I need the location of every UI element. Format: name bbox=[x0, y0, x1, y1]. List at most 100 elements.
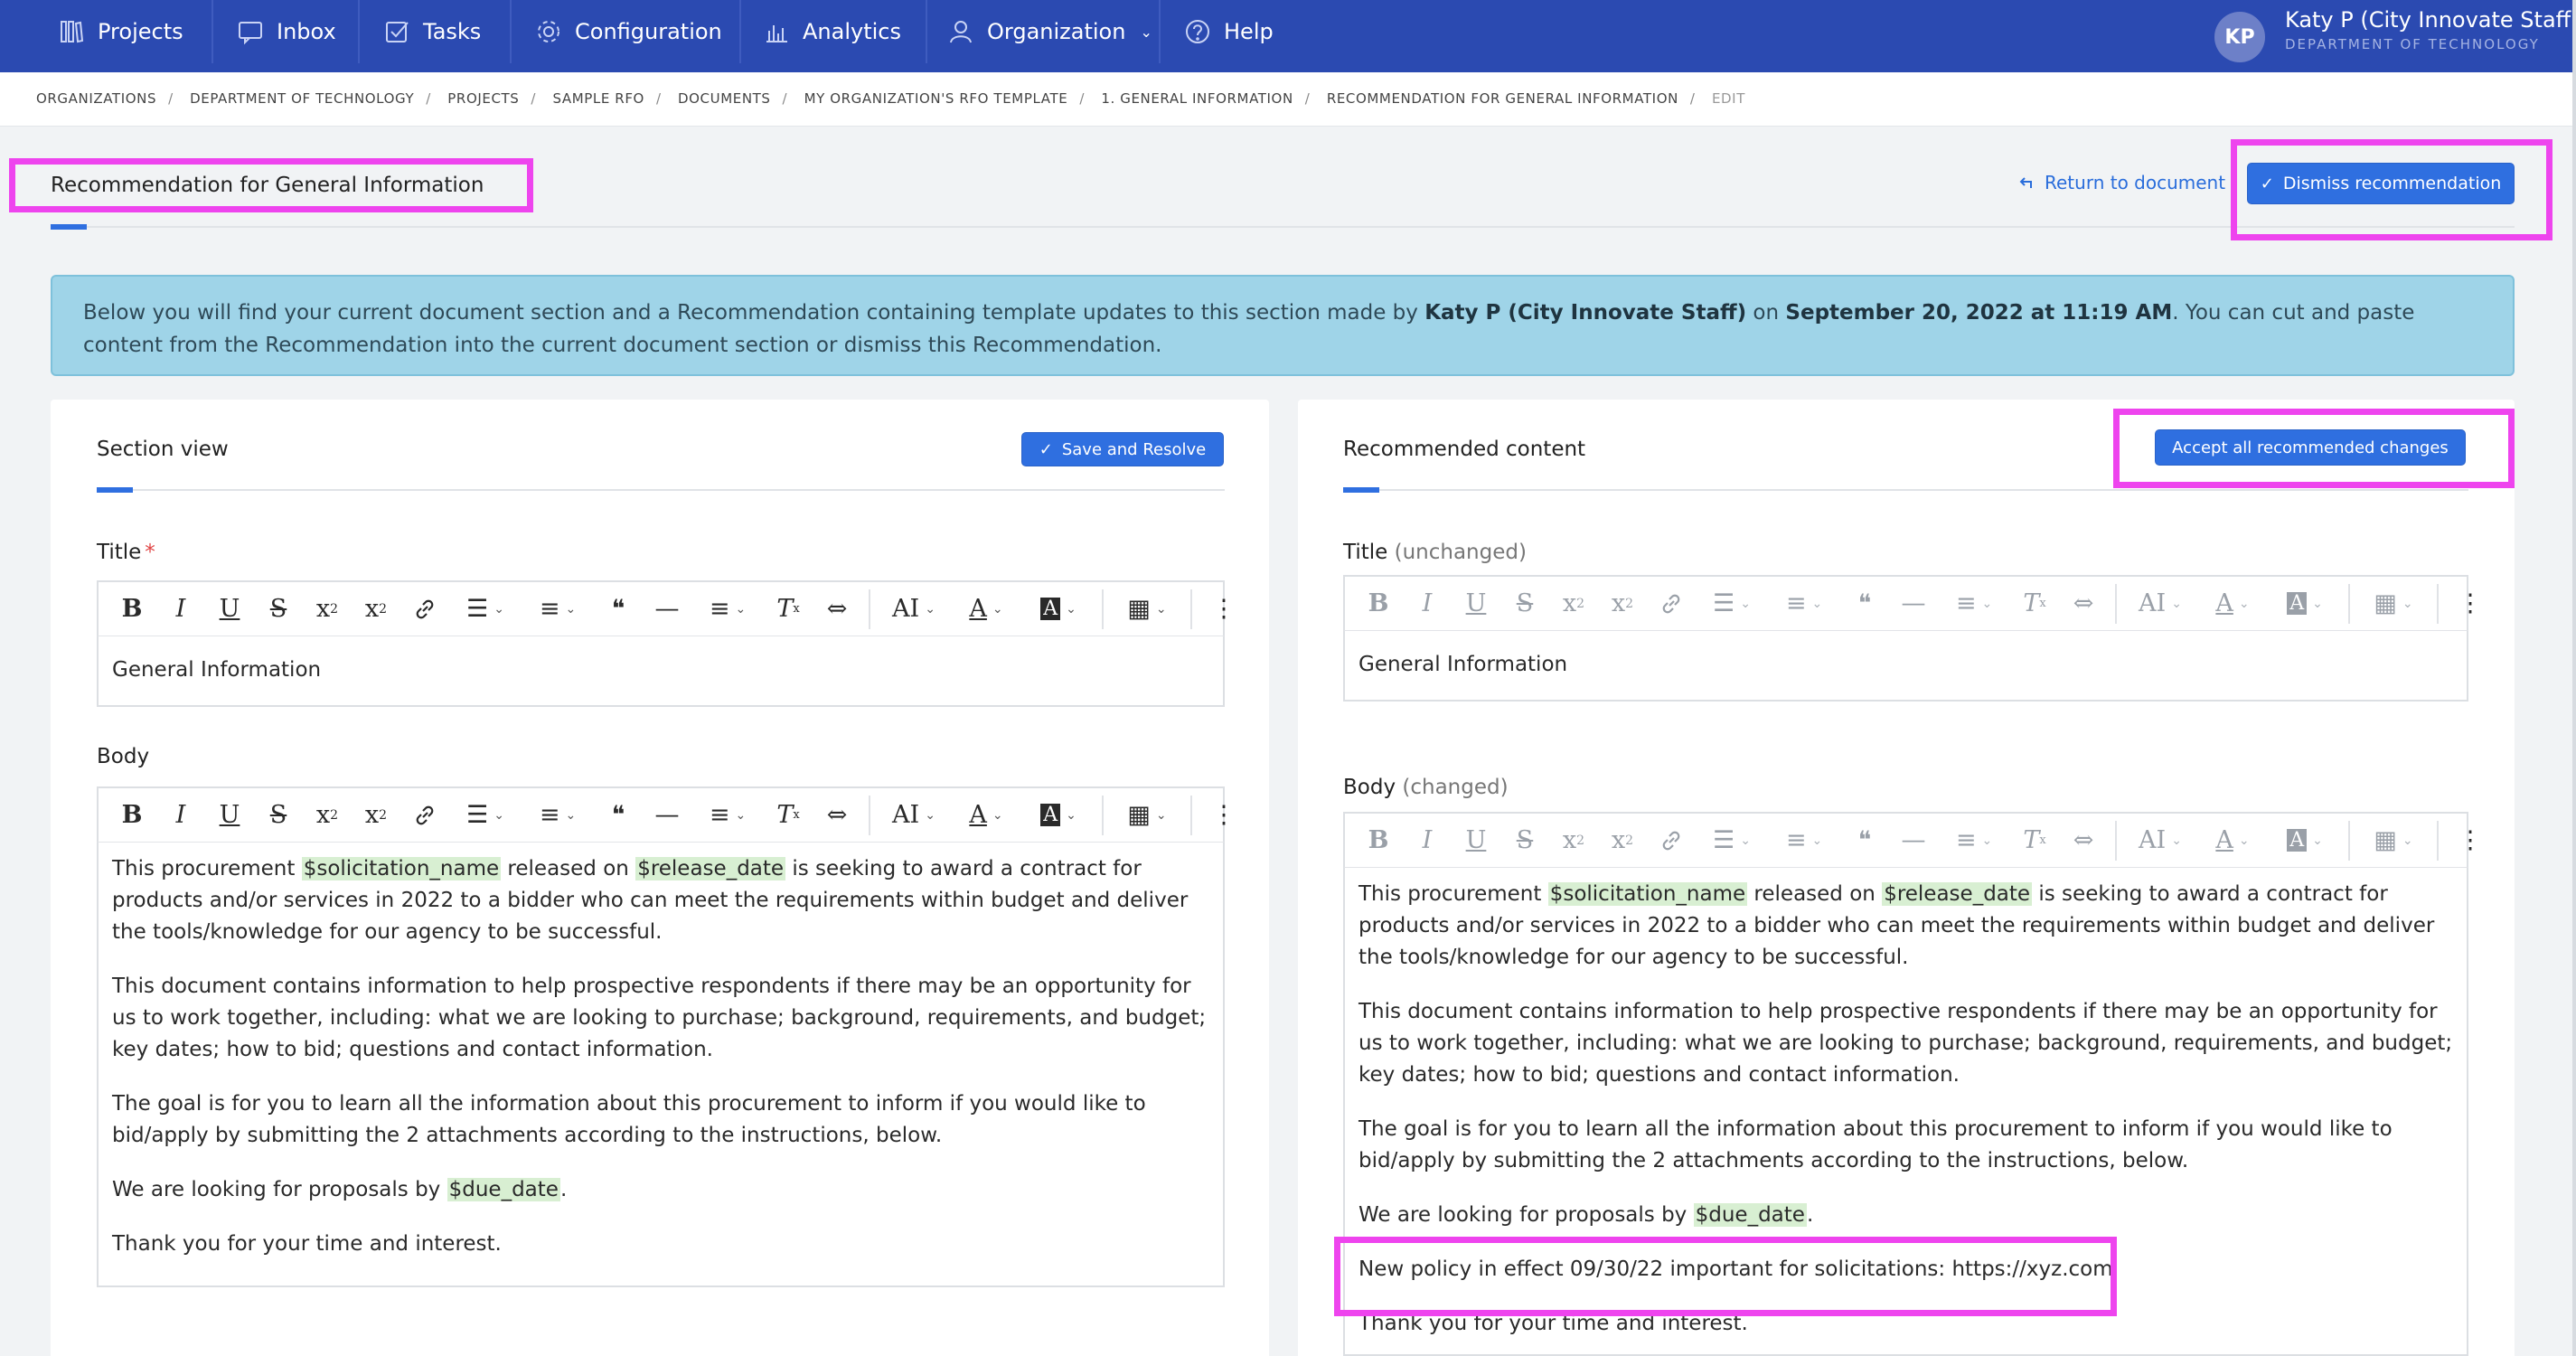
strikethrough-icon[interactable]: S bbox=[254, 589, 303, 629]
superscript-icon: x2 bbox=[1611, 826, 1634, 854]
align-icon[interactable]: ≡ ⌄ bbox=[691, 796, 764, 835]
horizontal-line-icon[interactable]: — bbox=[643, 589, 691, 629]
breadcrumb-documents[interactable]: DOCUMENTS bbox=[678, 90, 771, 107]
bold-icon[interactable]: B bbox=[108, 796, 156, 835]
nav-item-organization[interactable]: Organization ⌄ bbox=[947, 0, 1152, 63]
nav-item-configuration[interactable]: Configuration bbox=[535, 0, 722, 63]
variable-token: $release_date bbox=[635, 857, 786, 880]
button-label: Dismiss recommendation bbox=[2282, 174, 2502, 193]
nav-item-inbox[interactable]: Inbox bbox=[237, 0, 336, 63]
table-icon: ▦ ⌄ bbox=[2374, 826, 2413, 854]
blockquote-icon[interactable]: ❝ bbox=[594, 589, 643, 629]
breadcrumb-department[interactable]: DEPARTMENT OF TECHNOLOGY bbox=[190, 90, 414, 107]
nav-item-label: Tasks bbox=[423, 19, 482, 44]
remove-format-icon[interactable]: Tx bbox=[764, 796, 813, 835]
bold-icon[interactable]: B bbox=[108, 589, 156, 629]
accept-all-changes-button[interactable]: Accept all recommended changes bbox=[2155, 429, 2466, 466]
nav-item-projects[interactable]: Projects bbox=[58, 0, 183, 63]
toolbar-divider bbox=[1102, 795, 1104, 835]
more-options-icon[interactable]: ⋮ bbox=[1199, 796, 1248, 835]
font-size-icon[interactable]: AI ⌄ bbox=[878, 796, 950, 835]
bulleted-list-icon[interactable]: ☰ ⌄ bbox=[449, 589, 522, 629]
table-icon[interactable]: ▦ ⌄ bbox=[1111, 589, 1183, 629]
title-label: Title (unchanged) bbox=[1343, 541, 1527, 564]
nav-item-analytics[interactable]: Analytics bbox=[763, 0, 901, 63]
card-divider bbox=[97, 489, 1225, 491]
superscript-icon[interactable]: x2 bbox=[352, 796, 400, 835]
superscript-icon: x2 bbox=[1611, 589, 1634, 617]
save-and-resolve-button[interactable]: ✓ Save and Resolve bbox=[1021, 432, 1224, 466]
organization-icon bbox=[950, 21, 972, 43]
check-icon: ✓ bbox=[1039, 439, 1053, 459]
page-break-icon[interactable]: ⇔ bbox=[813, 589, 861, 629]
background-color-icon[interactable]: A ⌄ bbox=[1022, 589, 1095, 629]
more-options-icon[interactable]: ⋮ bbox=[2446, 821, 2495, 861]
page-break-icon[interactable]: ⇔ bbox=[813, 796, 861, 835]
title-editor-text: General Information bbox=[112, 658, 322, 682]
nav-divider bbox=[212, 0, 213, 63]
recommended-content-heading: Recommended content bbox=[1343, 438, 1586, 461]
text-run: released on bbox=[501, 857, 636, 880]
avatar[interactable]: KP bbox=[2214, 12, 2265, 62]
breadcrumb-current: EDIT bbox=[1711, 90, 1745, 107]
numbered-list-icon[interactable]: ≡ ⌄ bbox=[522, 589, 594, 629]
breadcrumb-document[interactable]: MY ORGANIZATION'S RFO TEMPLATE bbox=[804, 90, 1068, 107]
horizontal-line-icon[interactable]: — bbox=[643, 796, 691, 835]
title-label-text: Title bbox=[1343, 541, 1388, 564]
font-size-icon[interactable]: AI ⌄ bbox=[878, 589, 950, 629]
info-banner: Below you will find your current documen… bbox=[51, 275, 2515, 376]
numbered-list-icon: ≡ ⌄ bbox=[1785, 589, 1823, 617]
page-title: Recommendation for General Information bbox=[51, 174, 484, 197]
font-color-icon[interactable]: A ⌄ bbox=[950, 589, 1022, 629]
breadcrumb-project[interactable]: SAMPLE RFO bbox=[552, 90, 644, 107]
align-icon: ≡ ⌄ bbox=[1955, 826, 1993, 854]
dismiss-recommendation-button[interactable]: ✓ Dismiss recommendation bbox=[2247, 163, 2515, 204]
breadcrumb-projects[interactable]: PROJECTS bbox=[447, 90, 519, 107]
body-editor[interactable]: This procurement $solicitation_name rele… bbox=[97, 843, 1225, 1287]
link-icon bbox=[1647, 584, 1696, 624]
more-options-icon[interactable]: ⋮ bbox=[2446, 584, 2495, 624]
more-options-icon[interactable]: ⋮ bbox=[1199, 589, 1248, 629]
title-editor[interactable]: General Information bbox=[97, 636, 1225, 707]
body-paragraph: This procurement $solicitation_name rele… bbox=[112, 853, 1209, 948]
breadcrumb-section[interactable]: 1. GENERAL INFORMATION bbox=[1101, 90, 1293, 107]
superscript-icon[interactable]: x2 bbox=[352, 589, 400, 629]
nav-item-label: Configuration bbox=[575, 19, 722, 44]
user-name[interactable]: Katy P (City Innovate Staff) bbox=[2285, 7, 2576, 33]
subscript-icon[interactable]: x2 bbox=[303, 796, 352, 835]
italic-icon[interactable]: I bbox=[156, 589, 205, 629]
link-icon[interactable] bbox=[400, 796, 449, 835]
font-color-icon[interactable]: A ⌄ bbox=[950, 796, 1022, 835]
align-icon[interactable]: ≡ ⌄ bbox=[691, 589, 764, 629]
horizontal-line-icon: — bbox=[1901, 589, 1926, 617]
return-to-document-link[interactable]: Return to document bbox=[2017, 172, 2225, 193]
strikethrough-icon[interactable]: S bbox=[254, 796, 303, 835]
inbox-icon bbox=[239, 22, 262, 45]
blockquote-icon[interactable]: ❝ bbox=[594, 796, 643, 835]
nav-item-tasks[interactable]: Tasks bbox=[383, 0, 481, 63]
underline-icon: U bbox=[1465, 589, 1487, 617]
bulleted-list-icon[interactable]: ☰ ⌄ bbox=[449, 796, 522, 835]
banner-text: on bbox=[1746, 301, 1786, 325]
subscript-icon[interactable]: x2 bbox=[303, 589, 352, 629]
link-icon[interactable] bbox=[400, 589, 449, 629]
font-color-icon: A ⌄ bbox=[2215, 826, 2250, 854]
numbered-list-icon[interactable]: ≡ ⌄ bbox=[522, 796, 594, 835]
underline-icon[interactable]: U bbox=[205, 796, 254, 835]
remove-format-icon: Tx bbox=[2023, 826, 2046, 854]
italic-icon[interactable]: I bbox=[156, 796, 205, 835]
italic-icon: I bbox=[1422, 826, 1433, 854]
table-icon[interactable]: ▦ ⌄ bbox=[1111, 796, 1183, 835]
recommended-body-toolbar: B I U S x2 x2 ☰ ⌄ ≡ ⌄ ❝ — ≡ ⌄ Tx ⇔ AI ⌄ A ⌄ A… bbox=[1343, 812, 2483, 868]
blockquote-icon: ❝ bbox=[1857, 826, 1872, 854]
remove-format-icon[interactable]: Tx bbox=[764, 589, 813, 629]
nav-item-help[interactable]: Help bbox=[1184, 0, 1274, 63]
recommended-title-editor[interactable]: General Information bbox=[1343, 631, 2468, 702]
underline-icon[interactable]: U bbox=[205, 589, 254, 629]
background-color-icon[interactable]: A ⌄ bbox=[1022, 796, 1095, 835]
link-icon bbox=[1647, 821, 1696, 861]
breadcrumb-organizations[interactable]: ORGANIZATIONS bbox=[36, 90, 156, 107]
breadcrumb-recommendation[interactable]: RECOMMENDATION FOR GENERAL INFORMATION bbox=[1327, 90, 1678, 107]
text-run: . bbox=[559, 1178, 568, 1201]
gear-icon bbox=[538, 21, 559, 42]
